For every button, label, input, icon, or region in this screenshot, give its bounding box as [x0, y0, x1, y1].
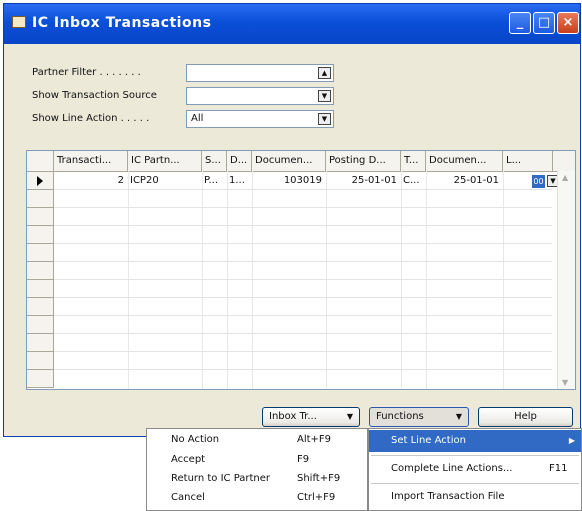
dropdown-icon: ▼	[346, 412, 353, 421]
scroll-up-icon[interactable]: ▲	[562, 173, 568, 182]
functions-menu: Set Line Action ▶ Complete Line Actions.…	[368, 428, 582, 511]
submenu-arrow-icon: ▶	[568, 436, 575, 445]
window-title: IC Inbox Transactions	[32, 15, 212, 31]
menu-item-import-transaction-file[interactable]: Import Transaction File	[369, 486, 581, 508]
maximize-button[interactable]: □	[533, 12, 555, 34]
window-icon	[12, 16, 26, 28]
dropdown-icon[interactable]: ▼	[318, 90, 331, 102]
transaction-source-label: Show Transaction Source	[32, 90, 157, 101]
row-selector[interactable]	[27, 190, 54, 208]
row-selector[interactable]	[27, 334, 54, 352]
menu-item-return-to-ic-partner[interactable]: Return to IC Partner Shift+F9	[147, 470, 367, 488]
scroll-down-icon[interactable]: ▼	[562, 378, 568, 387]
col-line-action[interactable]: L...	[503, 151, 553, 171]
row-pointer-icon[interactable]	[27, 172, 54, 190]
menu-item-accept[interactable]: Accept F9	[147, 451, 367, 469]
cell-line-action[interactable]: 00	[532, 175, 545, 188]
col-transaction-no[interactable]: Transacti...	[54, 151, 128, 171]
inbox-transaction-button[interactable]: Inbox Tr... ▼	[262, 407, 360, 427]
cell-document-no[interactable]: 103019	[252, 173, 324, 189]
line-action-submenu: No Action Alt+F9 Accept F9 Return to IC Pa…	[146, 428, 368, 511]
col-source[interactable]: S...	[202, 151, 227, 171]
line-action-select[interactable]: All ▼	[186, 110, 334, 128]
line-action-label: Show Line Action . . . . .	[32, 113, 150, 124]
col-ic-partner[interactable]: IC Partn...	[128, 151, 202, 171]
functions-button[interactable]: Functions ▼	[369, 407, 469, 427]
partner-filter-input[interactable]: ▲	[186, 64, 334, 82]
row-selector[interactable]	[27, 352, 54, 370]
menu-item-no-action[interactable]: No Action Alt+F9	[147, 431, 367, 449]
menu-item-set-line-action[interactable]: Set Line Action ▶	[369, 430, 581, 452]
title-bar[interactable]: IC Inbox Transactions _ □ ×	[4, 4, 580, 44]
lookup-icon[interactable]: ▲	[318, 67, 331, 79]
dropdown-icon[interactable]: ▼	[318, 113, 331, 125]
col-document-date[interactable]: Documen...	[426, 151, 503, 171]
row-selector[interactable]	[27, 208, 54, 226]
col-posting-date[interactable]: Posting D...	[326, 151, 401, 171]
cell-transaction-no[interactable]: 2	[54, 173, 126, 189]
row-selector[interactable]	[27, 262, 54, 280]
partner-filter-label: Partner Filter . . . . . . .	[32, 67, 141, 78]
transaction-source-select[interactable]: ▼	[186, 87, 334, 105]
row-selector[interactable]	[27, 370, 54, 388]
cell-document-date[interactable]: 25-01-01	[426, 173, 501, 189]
cell-doc-type[interactable]: 1...	[227, 173, 252, 189]
ic-inbox-window: IC Inbox Transactions _ □ × Partner Filt…	[3, 3, 581, 437]
cell-source[interactable]: P...	[202, 173, 227, 189]
cell-transaction-type[interactable]: C...	[401, 173, 426, 189]
row-selector[interactable]	[27, 226, 54, 244]
close-button[interactable]: ×	[557, 12, 579, 34]
row-selector[interactable]	[27, 280, 54, 298]
col-transaction-type[interactable]: T...	[401, 151, 426, 171]
minimize-button[interactable]: _	[509, 12, 531, 34]
dropdown-icon: ▼	[455, 412, 462, 421]
menu-item-complete-line-actions[interactable]: Complete Line Actions... F11	[369, 458, 581, 480]
table-header: Transacti... IC Partn... S... D... Docum…	[27, 151, 575, 172]
col-document-no[interactable]: Documen...	[252, 151, 326, 171]
col-doc-type[interactable]: D...	[227, 151, 252, 171]
help-button[interactable]: Help	[478, 407, 573, 427]
menu-item-cancel[interactable]: Cancel Ctrl+F9	[147, 489, 367, 507]
row-selector[interactable]	[27, 316, 54, 334]
row-selector-header	[27, 151, 54, 171]
row-selector[interactable]	[27, 298, 54, 316]
cell-posting-date[interactable]: 25-01-01	[326, 173, 399, 189]
cell-ic-partner[interactable]: ICP20	[128, 173, 202, 189]
line-action-value: All	[191, 113, 204, 124]
vertical-scrollbar[interactable]: ▲ ▼	[557, 171, 575, 389]
transactions-table: Transacti... IC Partn... S... D... Docum…	[26, 150, 576, 390]
row-selector[interactable]	[27, 244, 54, 262]
